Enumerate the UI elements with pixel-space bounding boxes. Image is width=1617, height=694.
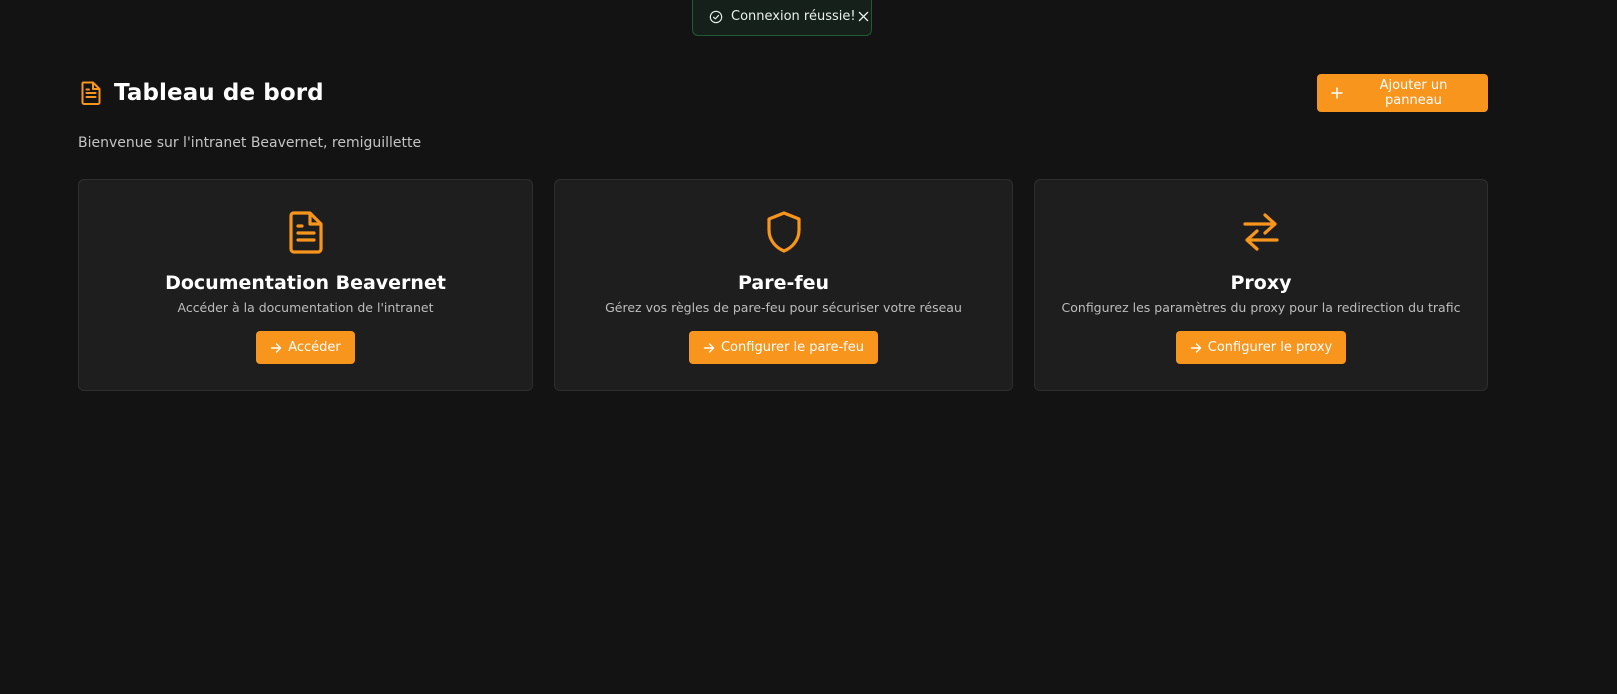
check-circle-icon — [709, 9, 723, 25]
document-icon — [284, 208, 328, 256]
close-icon[interactable] — [858, 10, 869, 24]
page-header: Tableau de bord Ajouter un panneau — [78, 74, 1488, 112]
welcome-text: Bienvenue sur l'intranet Beavernet, remi… — [78, 135, 422, 151]
card-title: Pare-feu — [737, 272, 830, 294]
button-label: Accéder — [288, 340, 341, 355]
button-label: Configurer le proxy — [1207, 340, 1333, 355]
card-description: Configurez les paramètres du proxy pour … — [1061, 300, 1461, 315]
add-panel-label: Ajouter un panneau — [1379, 78, 1448, 108]
panel-grid: Documentation Beavernet Accéder à la doc… — [78, 179, 1488, 391]
plus-icon — [1331, 86, 1344, 100]
card-documentation: Documentation Beavernet Accéder à la doc… — [78, 179, 533, 391]
arrow-right-icon — [703, 342, 715, 354]
card-firewall: Pare-feu Gérez vos règles de pare-feu po… — [554, 179, 1013, 391]
page-title: Tableau de bord — [114, 80, 324, 106]
arrow-right-icon — [1190, 342, 1202, 354]
success-toast: Connexion réussie! — [692, 0, 872, 36]
card-description: Gérez vos règles de pare-feu pour sécuri… — [605, 300, 962, 315]
arrow-right-icon — [270, 342, 282, 354]
dashboard-page: Connexion réussie! Tableau de bord Ajout… — [0, 0, 1617, 694]
button-label: Configurer le pare-feu — [720, 340, 864, 355]
card-description: Accéder à la documentation de l'intranet — [177, 300, 434, 315]
card-title: Proxy — [1230, 272, 1292, 294]
add-panel-button[interactable]: Ajouter un panneau — [1317, 74, 1488, 112]
access-documentation-button[interactable]: Accéder — [256, 331, 355, 364]
document-icon — [78, 79, 104, 107]
configure-proxy-button[interactable]: Configurer le proxy — [1175, 331, 1347, 364]
title-group: Tableau de bord — [78, 79, 324, 107]
shield-icon — [762, 208, 806, 256]
card-proxy: Proxy Configurez les paramètres du proxy… — [1034, 179, 1488, 391]
card-title: Documentation Beavernet — [165, 272, 446, 294]
toast-message: Connexion réussie! — [731, 9, 856, 24]
arrows-left-right-icon — [1239, 208, 1283, 256]
configure-firewall-button[interactable]: Configurer le pare-feu — [688, 331, 878, 364]
